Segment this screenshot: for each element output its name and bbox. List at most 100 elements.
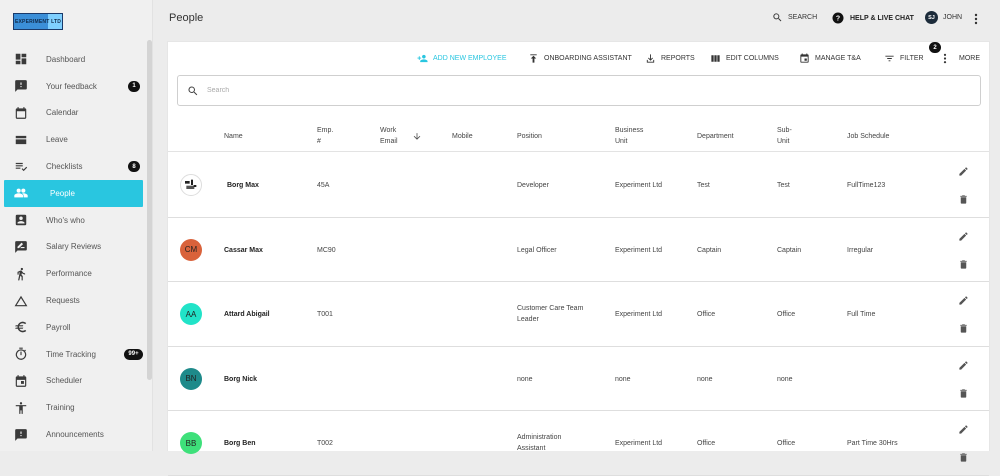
col-name[interactable]: Name [224,131,243,142]
avatar[interactable]: BN [180,367,202,390]
col-department[interactable]: Department [697,131,734,142]
col-business-unit[interactable]: Business Unit [615,125,643,147]
employee-department: Captain [697,246,722,254]
more-vert-icon [943,53,947,64]
pencil-icon [959,425,968,434]
pencil-icon [959,231,968,241]
delete-employee-button[interactable] [958,192,969,210]
user-avatar: SJ [925,11,938,24]
avatar[interactable] [180,174,202,196]
topbar-more-icon[interactable] [973,12,979,30]
employee-business-unit: Experiment Ltd [615,246,663,254]
sidebar-item-announcements[interactable]: Announcements [0,421,147,448]
trash-icon [960,259,967,269]
search-label: SEARCH [788,14,818,21]
sidebar-item-your-feedback[interactable]: Your feedback 1 [0,73,147,100]
employee-name[interactable]: Cassar Max [224,245,263,256]
edit-employee-button[interactable] [958,358,969,376]
employee-sub-unit: Test [777,182,790,189]
more-button[interactable]: MORE [942,53,980,64]
delete-employee-button[interactable] [958,321,969,339]
employee-name[interactable]: Borg Nick [224,374,257,385]
pencil-icon [959,360,968,370]
manage-ta-button[interactable]: MANAGE T&A [799,53,861,64]
global-search-button[interactable]: SEARCH [772,12,817,23]
performance-icon [14,267,28,281]
edit-columns-button[interactable]: EDIT COLUMNS [710,53,779,64]
sidebar-item-checklists[interactable]: Checklists 8 [0,153,147,180]
table-row[interactable]: BB Borg Ben T002 Administration Assistant Exp… [168,411,989,476]
table-row[interactable]: Borg Max 45A Developer Experiment Ltd Test Te… [168,153,989,218]
filter-button[interactable]: FILTER [884,53,924,64]
sort-arrow-down-icon[interactable] [412,129,422,147]
calendar-icon [14,106,28,120]
edit-employee-button[interactable] [958,422,969,440]
sidebar-item-salary-reviews[interactable]: Salary Reviews [0,234,147,261]
sidebar-item-who-s-who[interactable]: Who's who [0,207,147,234]
add-new-employee-button[interactable]: ADD NEW EMPLOYEE [417,53,507,64]
col-emp-no[interactable]: Emp. # [317,125,333,147]
filter-label: FILTER [900,55,924,62]
delete-employee-button[interactable] [958,257,969,275]
sidebar-item-scheduler[interactable]: Scheduler [0,368,147,395]
employee-business-unit: Experiment Ltd [615,311,663,318]
sidebar-item-performance[interactable]: Performance [0,260,147,287]
help-live-chat-button[interactable]: ? HELP & LIVE CHAT [832,12,914,24]
employee-position: Legal Officer [517,245,557,256]
filter-count-badge: 2 [929,42,941,53]
avatar[interactable]: CM [180,238,202,261]
col-work-email[interactable]: Work Email [380,125,398,147]
edit-employee-button[interactable] [958,293,969,311]
sidebar-item-label: Payroll [46,322,71,332]
training-icon [14,401,28,415]
reports-button[interactable]: REPORTS [645,53,695,64]
table-header: Name Emp. # Work Email Mobile Position Bus… [168,118,989,152]
sidebar: EXPERIMENT LTD Dashboard Your feedback 1 Ca… [0,0,153,451]
table-row[interactable]: BN Borg Nick none none none none [168,347,989,411]
employee-number: T001 [317,311,333,318]
employee-position: Developer [517,180,549,191]
company-logo[interactable]: EXPERIMENT LTD [13,13,63,30]
avatar[interactable]: AA [180,303,202,325]
col-mobile[interactable]: Mobile [452,131,473,142]
columns-icon [711,55,720,62]
table-row[interactable]: CM Cassar Max MC90 Legal Officer Experiment … [168,218,989,282]
sidebar-item-training[interactable]: Training [0,394,147,421]
sidebar-scrollbar[interactable] [147,40,152,380]
sidebar-item-label: Calendar [46,108,79,118]
pencil-icon [959,167,968,176]
sidebar-item-time-tracking[interactable]: Time Tracking 99+ [0,341,147,368]
people-search-box[interactable] [177,75,981,106]
col-position[interactable]: Position [517,131,542,142]
col-sub-unit[interactable]: Sub- Unit [777,125,792,147]
delete-employee-button[interactable] [958,386,969,404]
sidebar-item-leave[interactable]: Leave [0,126,147,153]
employee-sub-unit: Office [777,440,796,447]
employee-name[interactable]: Attard Abigail [224,309,270,320]
topbar: People SEARCH ? HELP & LIVE CHAT SJ JOHN [153,0,1000,38]
edit-employee-button[interactable] [958,229,969,247]
col-job-schedule[interactable]: Job Schedule [847,131,889,142]
employee-name[interactable]: Borg Max [227,180,259,191]
sidebar-item-dashboard[interactable]: Dashboard [0,46,147,73]
employee-position-line1: Legal Officer [517,246,557,254]
sidebar-item-people[interactable]: People [4,179,143,207]
sidebar-item-label: People [50,188,75,198]
employee-business-unit: Experiment Ltd [615,440,663,447]
people-search-input[interactable] [207,87,967,94]
leave-icon [14,133,28,147]
sidebar-item-payroll[interactable]: Payroll [0,314,147,341]
delete-employee-button[interactable] [958,450,969,468]
sidebar-item-label: Time Tracking [46,349,96,359]
onboarding-assistant-button[interactable]: ONBOARDING ASSISTANT [528,53,632,64]
sidebar-item-label: Checklists [46,162,83,172]
sidebar-item-label: Announcements [46,430,104,440]
user-menu[interactable]: SJ JOHN [925,11,962,24]
sidebar-item-requests[interactable]: Requests [0,287,147,314]
employee-name[interactable]: Borg Ben [224,438,256,449]
table-row[interactable]: AA Attard Abigail T001 Customer Care Team Le… [168,282,989,347]
sidebar-item-calendar[interactable]: Calendar [0,100,147,127]
employee-position: Customer Care Team Leader [517,303,583,325]
people-icon [14,186,28,200]
edit-employee-button[interactable] [958,164,969,182]
